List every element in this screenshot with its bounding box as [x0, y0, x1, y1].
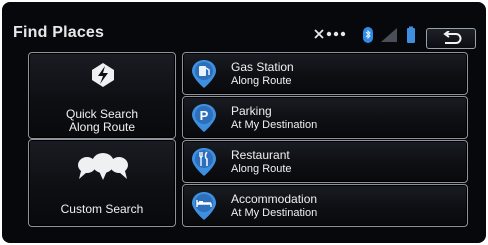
battery-icon: [406, 26, 416, 49]
category-title: Restaurant: [231, 148, 290, 162]
back-button[interactable]: [426, 28, 476, 49]
category-title: Accommodation: [231, 192, 318, 206]
find-places-screen: Find Places Quick Search Along Route Cus…: [2, 2, 486, 243]
category-parking[interactable]: P Parking At My Destination: [182, 96, 468, 139]
quick-search-sublabel: Along Route: [68, 120, 136, 134]
bluetooth-icon: [362, 26, 374, 49]
gas-pump-icon: [191, 59, 217, 89]
restaurant-icon: [191, 147, 217, 177]
category-accommodation[interactable]: Accommodation At My Destination: [182, 184, 468, 227]
custom-search-label: Custom Search: [60, 202, 144, 216]
category-subtitle: At My Destination: [231, 119, 318, 131]
custom-search-button[interactable]: Custom Search: [28, 139, 176, 227]
svg-text:P: P: [200, 108, 209, 123]
category-subtitle: Along Route: [231, 75, 292, 87]
category-subtitle: Along Route: [231, 163, 292, 175]
speech-bubbles-icon: [75, 151, 131, 186]
cellular-signal-icon: [380, 26, 398, 49]
phone-signal-icon: [314, 26, 358, 47]
category-restaurant[interactable]: Restaurant Along Route: [182, 140, 468, 183]
lightning-icon: [90, 62, 116, 91]
parking-icon: P: [191, 103, 217, 133]
bed-icon: [191, 191, 217, 221]
page-title: Find Places: [13, 24, 105, 41]
category-gas-station[interactable]: Gas Station Along Route: [182, 52, 468, 95]
category-subtitle: At My Destination: [231, 207, 318, 219]
return-arrow-icon: [441, 30, 463, 51]
category-title: Gas Station: [231, 60, 294, 74]
quick-search-button[interactable]: Quick Search Along Route: [28, 52, 176, 139]
category-title: Parking: [231, 104, 272, 118]
